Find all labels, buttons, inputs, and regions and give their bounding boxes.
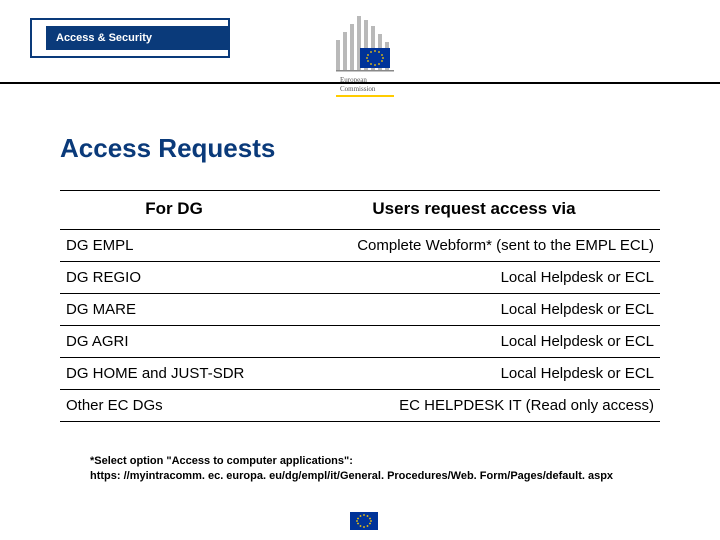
- access-table: For DG Users request access via DG EMPL …: [60, 190, 660, 422]
- section-tab-label: Access & Security: [46, 26, 228, 50]
- footnote: *Select option "Access to computer appli…: [60, 454, 660, 484]
- footnote-line2: https: //myintracomm. ec. europa. eu/dg/…: [90, 469, 630, 484]
- content: Access Requests For DG Users request acc…: [0, 105, 720, 484]
- cell-dg: Other EC DGs: [60, 390, 288, 422]
- col-header-dg: For DG: [60, 191, 288, 230]
- table-row: DG MARE Local Helpdesk or ECL: [60, 294, 660, 326]
- eu-flag-icon: [350, 512, 378, 530]
- svg-text:Commission: Commission: [340, 85, 376, 93]
- cell-dg: DG MARE: [60, 294, 288, 326]
- table-row: Other EC DGs EC HELPDESK IT (Read only a…: [60, 390, 660, 422]
- table-row: DG AGRI Local Helpdesk or ECL: [60, 326, 660, 358]
- table-header-row: For DG Users request access via: [60, 191, 660, 230]
- section-tab: Access & Security: [30, 18, 230, 58]
- cell-via: Complete Webform* (sent to the EMPL ECL): [288, 230, 660, 262]
- cell-via: Local Helpdesk or ECL: [288, 358, 660, 390]
- header: Access & Security: [0, 0, 720, 105]
- cell-via: Local Helpdesk or ECL: [288, 262, 660, 294]
- table-row: DG REGIO Local Helpdesk or ECL: [60, 262, 660, 294]
- cell-via: Local Helpdesk or ECL: [288, 326, 660, 358]
- cell-via: Local Helpdesk or ECL: [288, 294, 660, 326]
- cell-dg: DG EMPL: [60, 230, 288, 262]
- cell-dg: DG AGRI: [60, 326, 288, 358]
- footnote-line1: *Select option "Access to computer appli…: [90, 454, 630, 469]
- table-row: DG HOME and JUST-SDR Local Helpdesk or E…: [60, 358, 660, 390]
- header-divider: [0, 82, 720, 84]
- cell-dg: DG REGIO: [60, 262, 288, 294]
- page-title: Access Requests: [60, 133, 660, 164]
- col-header-via: Users request access via: [288, 191, 660, 230]
- ec-logo-icon: European Commission: [330, 6, 400, 101]
- table-row: DG EMPL Complete Webform* (sent to the E…: [60, 230, 660, 262]
- cell-dg: DG HOME and JUST-SDR: [60, 358, 288, 390]
- cell-via: EC HELPDESK IT (Read only access): [288, 390, 660, 422]
